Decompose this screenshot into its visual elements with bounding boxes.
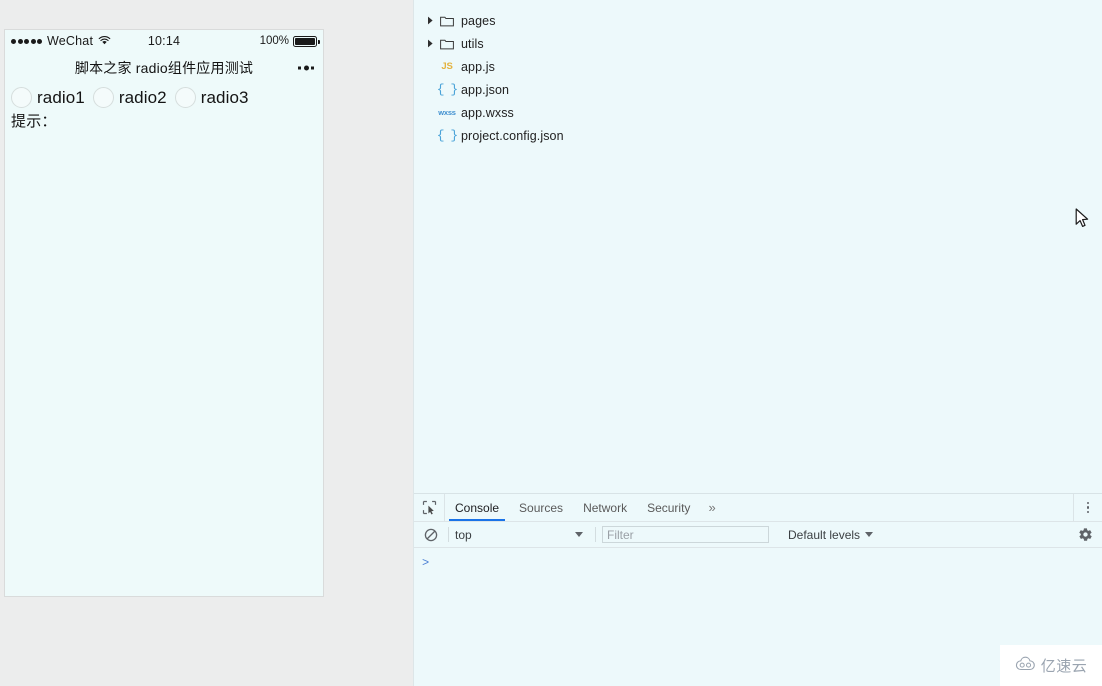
chevron-right-icon[interactable] bbox=[424, 16, 436, 25]
tab-sources[interactable]: Sources bbox=[509, 494, 573, 521]
file-tree: pages utils JS app.js bbox=[414, 0, 1102, 147]
watermark-text: 亿速云 bbox=[1041, 655, 1088, 676]
tree-item-label: app.js bbox=[461, 60, 495, 74]
editor-pane: pages utils JS app.js bbox=[413, 0, 1102, 686]
tip-label: 提示： bbox=[5, 108, 323, 131]
log-levels-selector[interactable]: Default levels bbox=[788, 528, 873, 542]
json-file-icon: { } bbox=[436, 128, 458, 143]
chevron-down-icon bbox=[865, 532, 873, 537]
simulator-pane: WeChat 10:14 100% 脚本之家 radio组件应用测试 bbox=[0, 0, 413, 686]
page-title: 脚本之家 radio组件应用测试 bbox=[75, 58, 253, 78]
context-selector[interactable]: top bbox=[455, 528, 589, 542]
tab-label: Console bbox=[455, 501, 499, 515]
inspect-element-icon[interactable] bbox=[414, 494, 445, 521]
tab-console[interactable]: Console bbox=[445, 494, 509, 521]
console-output-area[interactable]: > bbox=[414, 548, 1102, 571]
clear-console-icon[interactable] bbox=[420, 528, 442, 542]
tab-security[interactable]: Security bbox=[637, 494, 700, 521]
chevron-right-icon[interactable] bbox=[424, 39, 436, 48]
battery-percent-label: 100% bbox=[260, 35, 289, 47]
phone-simulator: WeChat 10:14 100% 脚本之家 radio组件应用测试 bbox=[4, 29, 324, 597]
divider bbox=[448, 527, 449, 542]
tree-item-app-wxss[interactable]: wxss app.wxss bbox=[414, 101, 1102, 124]
tab-label: Network bbox=[583, 501, 627, 515]
phone-nav-bar: 脚本之家 radio组件应用测试 bbox=[5, 52, 323, 84]
tree-item-app-js[interactable]: JS app.js bbox=[414, 55, 1102, 78]
battery-full-icon bbox=[293, 36, 317, 47]
cloud-logo-icon bbox=[1015, 656, 1037, 676]
tab-network[interactable]: Network bbox=[573, 494, 637, 521]
phone-status-bar: WeChat 10:14 100% bbox=[5, 30, 323, 52]
radio-label: radio1 bbox=[37, 88, 85, 108]
radio-circle-icon[interactable] bbox=[175, 87, 196, 108]
tree-item-project-config-json[interactable]: { } project.config.json bbox=[414, 124, 1102, 147]
devtools-filter-bar: top Default levels bbox=[414, 522, 1102, 548]
tree-item-pages[interactable]: pages bbox=[414, 9, 1102, 32]
folder-icon bbox=[436, 38, 458, 50]
context-selector-value: top bbox=[455, 528, 472, 542]
tree-item-label: pages bbox=[461, 14, 496, 28]
status-bar-right: 100% bbox=[260, 35, 317, 47]
tree-item-label: utils bbox=[461, 37, 484, 51]
folder-icon bbox=[436, 15, 458, 27]
tree-item-label: app.wxss bbox=[461, 106, 514, 120]
filter-input[interactable] bbox=[602, 526, 769, 543]
chevron-double-right-icon[interactable]: » bbox=[700, 494, 723, 521]
radio-label: radio3 bbox=[201, 88, 249, 108]
status-bar-left: WeChat bbox=[11, 34, 111, 48]
radio-group: radio1 radio2 radio3 bbox=[5, 84, 323, 108]
tab-label: Security bbox=[647, 501, 690, 515]
tree-item-app-json[interactable]: { } app.json bbox=[414, 78, 1102, 101]
tree-item-label: project.config.json bbox=[461, 129, 564, 143]
js-file-icon: JS bbox=[436, 61, 458, 72]
watermark: 亿速云 bbox=[1000, 645, 1102, 686]
console-prompt: > bbox=[422, 556, 429, 570]
radio-label: radio2 bbox=[119, 88, 167, 108]
signal-strength-icon bbox=[11, 39, 42, 44]
app-root: WeChat 10:14 100% 脚本之家 radio组件应用测试 bbox=[0, 0, 1102, 686]
radio-option-3[interactable]: radio3 bbox=[175, 87, 257, 108]
gear-icon[interactable] bbox=[1078, 527, 1093, 542]
divider bbox=[595, 527, 596, 542]
chevron-down-icon bbox=[575, 532, 583, 537]
tree-item-label: app.json bbox=[461, 83, 509, 97]
radio-option-2[interactable]: radio2 bbox=[93, 87, 175, 108]
log-levels-label: Default levels bbox=[788, 528, 860, 542]
tree-item-utils[interactable]: utils bbox=[414, 32, 1102, 55]
devtools-tabbar: Console Sources Network Security » bbox=[414, 494, 1102, 522]
carrier-label: WeChat bbox=[47, 34, 93, 48]
tab-label: Sources bbox=[519, 501, 563, 515]
wifi-icon bbox=[98, 35, 111, 47]
radio-option-1[interactable]: radio1 bbox=[11, 87, 93, 108]
radio-circle-icon[interactable] bbox=[11, 87, 32, 108]
vertical-dots-icon[interactable] bbox=[1073, 494, 1102, 521]
wxss-file-icon: wxss bbox=[436, 108, 458, 117]
devtools-drawer: Console Sources Network Security » bbox=[414, 493, 1102, 686]
radio-circle-icon[interactable] bbox=[93, 87, 114, 108]
json-file-icon: { } bbox=[436, 82, 458, 97]
more-dots-icon[interactable] bbox=[298, 66, 314, 71]
